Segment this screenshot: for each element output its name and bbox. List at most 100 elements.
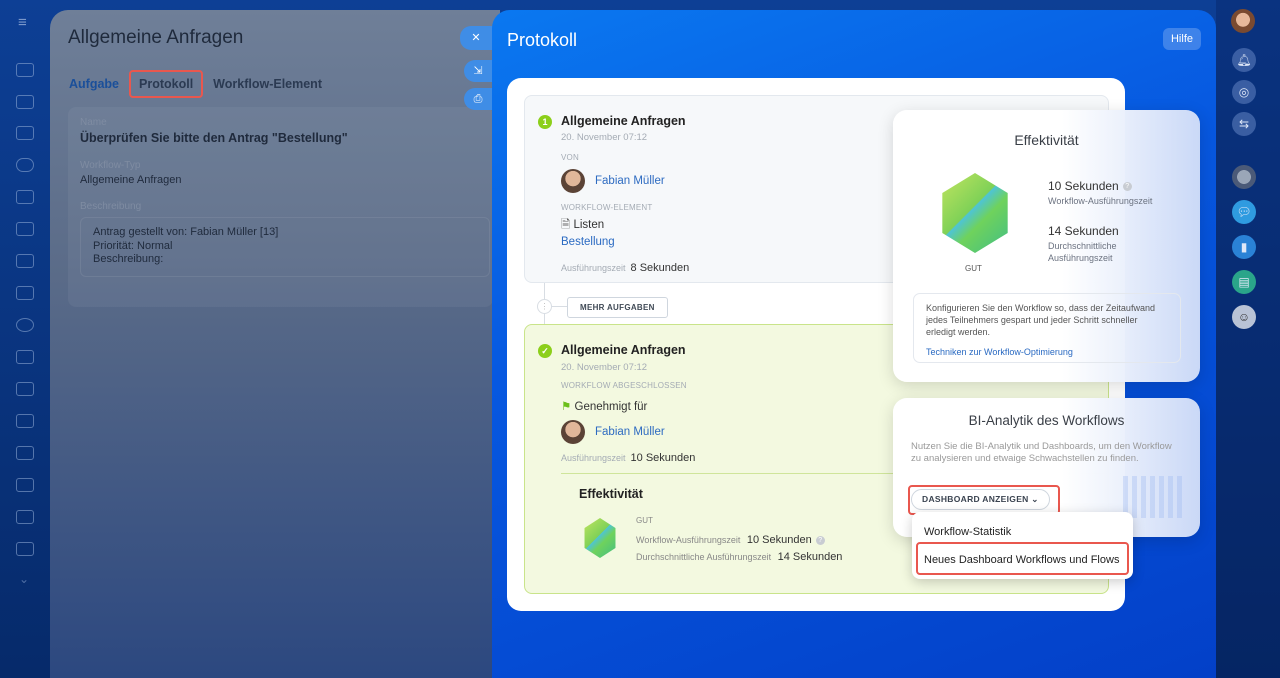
efficiency-card-title: Effektivität (1014, 132, 1079, 148)
avg-value: 14 Sekunden (777, 551, 843, 563)
presentation-icon[interactable] (16, 63, 34, 77)
storage-icon[interactable] (16, 286, 34, 300)
team-icon[interactable] (16, 158, 34, 172)
exec-value: 10 Sekunden? (1048, 179, 1132, 193)
rating: GUT (965, 264, 982, 273)
name-label: Name (80, 117, 107, 128)
filter-icon[interactable] (16, 222, 34, 236)
dashboard-button-label: DASHBOARD ANZEIGEN (922, 494, 1029, 504)
chart-decoration-icon (1123, 476, 1183, 518)
rating: GUT (636, 516, 653, 525)
tip-text: Konfigurieren Sie den Workflow so, dass … (926, 303, 1155, 337)
avg-row: Durchschnittliche Ausführungszeit 14 Sek… (636, 551, 842, 563)
dashboard-menu: Workflow-Statistik Neues Dashboard Workf… (912, 512, 1133, 579)
news-icon[interactable]: ▤ (1232, 270, 1256, 294)
bi-title: BI-Analytik des Workflows (968, 413, 1125, 428)
calendar-icon[interactable] (16, 254, 34, 268)
user-link[interactable]: Fabian Müller (561, 420, 665, 444)
desc-line: Antrag gestellt von: Fabian Müller [13] (93, 226, 279, 238)
cart-icon[interactable] (16, 350, 34, 364)
exec-time: Ausführungszeit 10 Sekunden (561, 452, 695, 464)
help-icon[interactable]: ? (815, 536, 825, 546)
chevron-down-icon[interactable]: ⌄ (19, 572, 29, 586)
help-icon[interactable]: ? (1122, 182, 1132, 192)
step-title: Allgemeine Anfragen (561, 114, 686, 128)
task-icon[interactable] (16, 190, 34, 204)
bookmark-icon[interactable]: ▮ (1232, 235, 1256, 259)
description-box: Antrag gestellt von: Fabian Müller [13] … (80, 217, 490, 277)
menu-icon[interactable]: ≡ (18, 14, 27, 31)
task-panel: Allgemeine Anfragen Aufgabe Protokoll Wo… (50, 10, 500, 678)
flag-icon: ⚑ (561, 401, 572, 413)
element-type: 🗎 Listen (561, 217, 604, 236)
task-name: Überprüfen Sie bitte den Antrag "Bestell… (80, 131, 348, 145)
avatar[interactable] (1231, 9, 1255, 33)
user-link[interactable]: Fabian Müller (561, 169, 665, 193)
sign-icon[interactable] (16, 414, 34, 428)
chat-icon[interactable]: 💬︎ (1232, 200, 1256, 224)
tab-aufgabe[interactable]: Aufgabe (69, 77, 119, 91)
step-date: 20. November 07:12 (561, 362, 648, 373)
avg-label: Durchschnittliche Ausführungszeit (636, 552, 772, 562)
inbox-icon[interactable] (16, 95, 34, 109)
robot-icon[interactable] (16, 510, 34, 524)
exec-label: Workflow-Ausführungszeit (636, 535, 741, 545)
exec-value: 10 Sekunden (746, 534, 812, 546)
time-value: 8 Sekunden (630, 262, 690, 274)
radar-icon[interactable]: ◎ (1232, 80, 1256, 104)
mail-icon[interactable] (16, 126, 34, 140)
dashboard-dropdown-button[interactable]: DASHBOARD ANZEIGEN ⌄ (911, 489, 1050, 510)
approved-label: Genehmigt für (574, 401, 648, 413)
element-link[interactable]: Bestellung (561, 236, 615, 248)
avg-label: Durchschnittliche (1048, 241, 1117, 251)
minimize-button[interactable]: ⇲ (464, 60, 492, 82)
exec-time: Ausführungszeit 8 Sekunden (561, 262, 689, 274)
avg-value: 14 Sekunden (1048, 224, 1119, 238)
approved-row: ⚑ Genehmigt für (561, 399, 647, 413)
user-name[interactable]: Fabian Müller (595, 175, 665, 187)
chat-switch-icon[interactable]: ⇆ (1232, 112, 1256, 136)
time-value: 10 Sekunden (630, 452, 696, 464)
chart-icon[interactable] (16, 446, 34, 460)
bi-text: Nutzen Sie die BI-Analytik und Dashboard… (911, 441, 1172, 464)
anonymous-icon[interactable]: ☺ (1232, 305, 1256, 329)
time-label: Ausführungszeit (561, 453, 626, 463)
element-type-label: Listen (573, 219, 605, 231)
optimization-tip: Konfigurieren Sie den Workflow so, dass … (913, 293, 1181, 363)
type-label: Workflow-Typ (80, 160, 141, 171)
protocol-title: Protokoll (507, 30, 578, 50)
close-button[interactable]: ✕ (460, 26, 492, 50)
type-value: Allgemeine Anfragen (80, 174, 182, 186)
document-icon: 🗎 (561, 219, 571, 231)
step-title: Allgemeine Anfragen (561, 343, 686, 357)
status-label: WORKFLOW ABGESCHLOSSEN (561, 381, 687, 390)
step-number: 1 (538, 115, 552, 129)
menu-item-neues-dashboard[interactable]: Neues Dashboard Workflows und Flows (924, 554, 1119, 566)
tab-workflow-element[interactable]: Workflow-Element (213, 77, 322, 91)
contact-avatar[interactable] (1232, 165, 1256, 189)
document-edit-icon[interactable] (16, 382, 34, 396)
chevron-down-icon: ⌄ (1031, 494, 1039, 504)
right-sidebar: 🔔︎ ◎ ⇆ 💬︎ ▮ ▤ ☺ (1216, 0, 1280, 678)
card-icon[interactable] (16, 478, 34, 492)
help-button[interactable]: Hilfe (1162, 28, 1201, 50)
user-name[interactable]: Fabian Müller (595, 426, 665, 438)
box-icon[interactable] (16, 542, 34, 556)
menu-item-workflow-statistik[interactable]: Workflow-Statistik (924, 526, 1011, 538)
avg-label: Ausführungszeit (1048, 253, 1113, 263)
from-label: VON (561, 153, 579, 162)
desc-label: Beschreibung (80, 201, 142, 212)
time-label: Ausführungszeit (561, 263, 626, 273)
optimization-link[interactable]: Techniken zur Workflow-Optimierung (926, 346, 1168, 358)
tab-protokoll[interactable]: Protokoll (129, 70, 204, 98)
bell-icon[interactable]: 🔔︎ (1232, 48, 1256, 72)
more-tasks-button[interactable]: MEHR AUFGABEN (567, 297, 668, 318)
avatar (561, 420, 585, 444)
task-tabs: Aufgabe Protokoll Workflow-Element (69, 70, 322, 98)
task-title: Allgemeine Anfragen (68, 27, 244, 48)
print-button[interactable]: ⎙ (464, 88, 492, 110)
more-dots-icon: ⋮ (537, 299, 552, 314)
target-icon[interactable] (16, 318, 34, 332)
task-details: Name Überprüfen Sie bitte den Antrag "Be… (68, 107, 493, 307)
desc-line: Beschreibung: (93, 253, 164, 265)
